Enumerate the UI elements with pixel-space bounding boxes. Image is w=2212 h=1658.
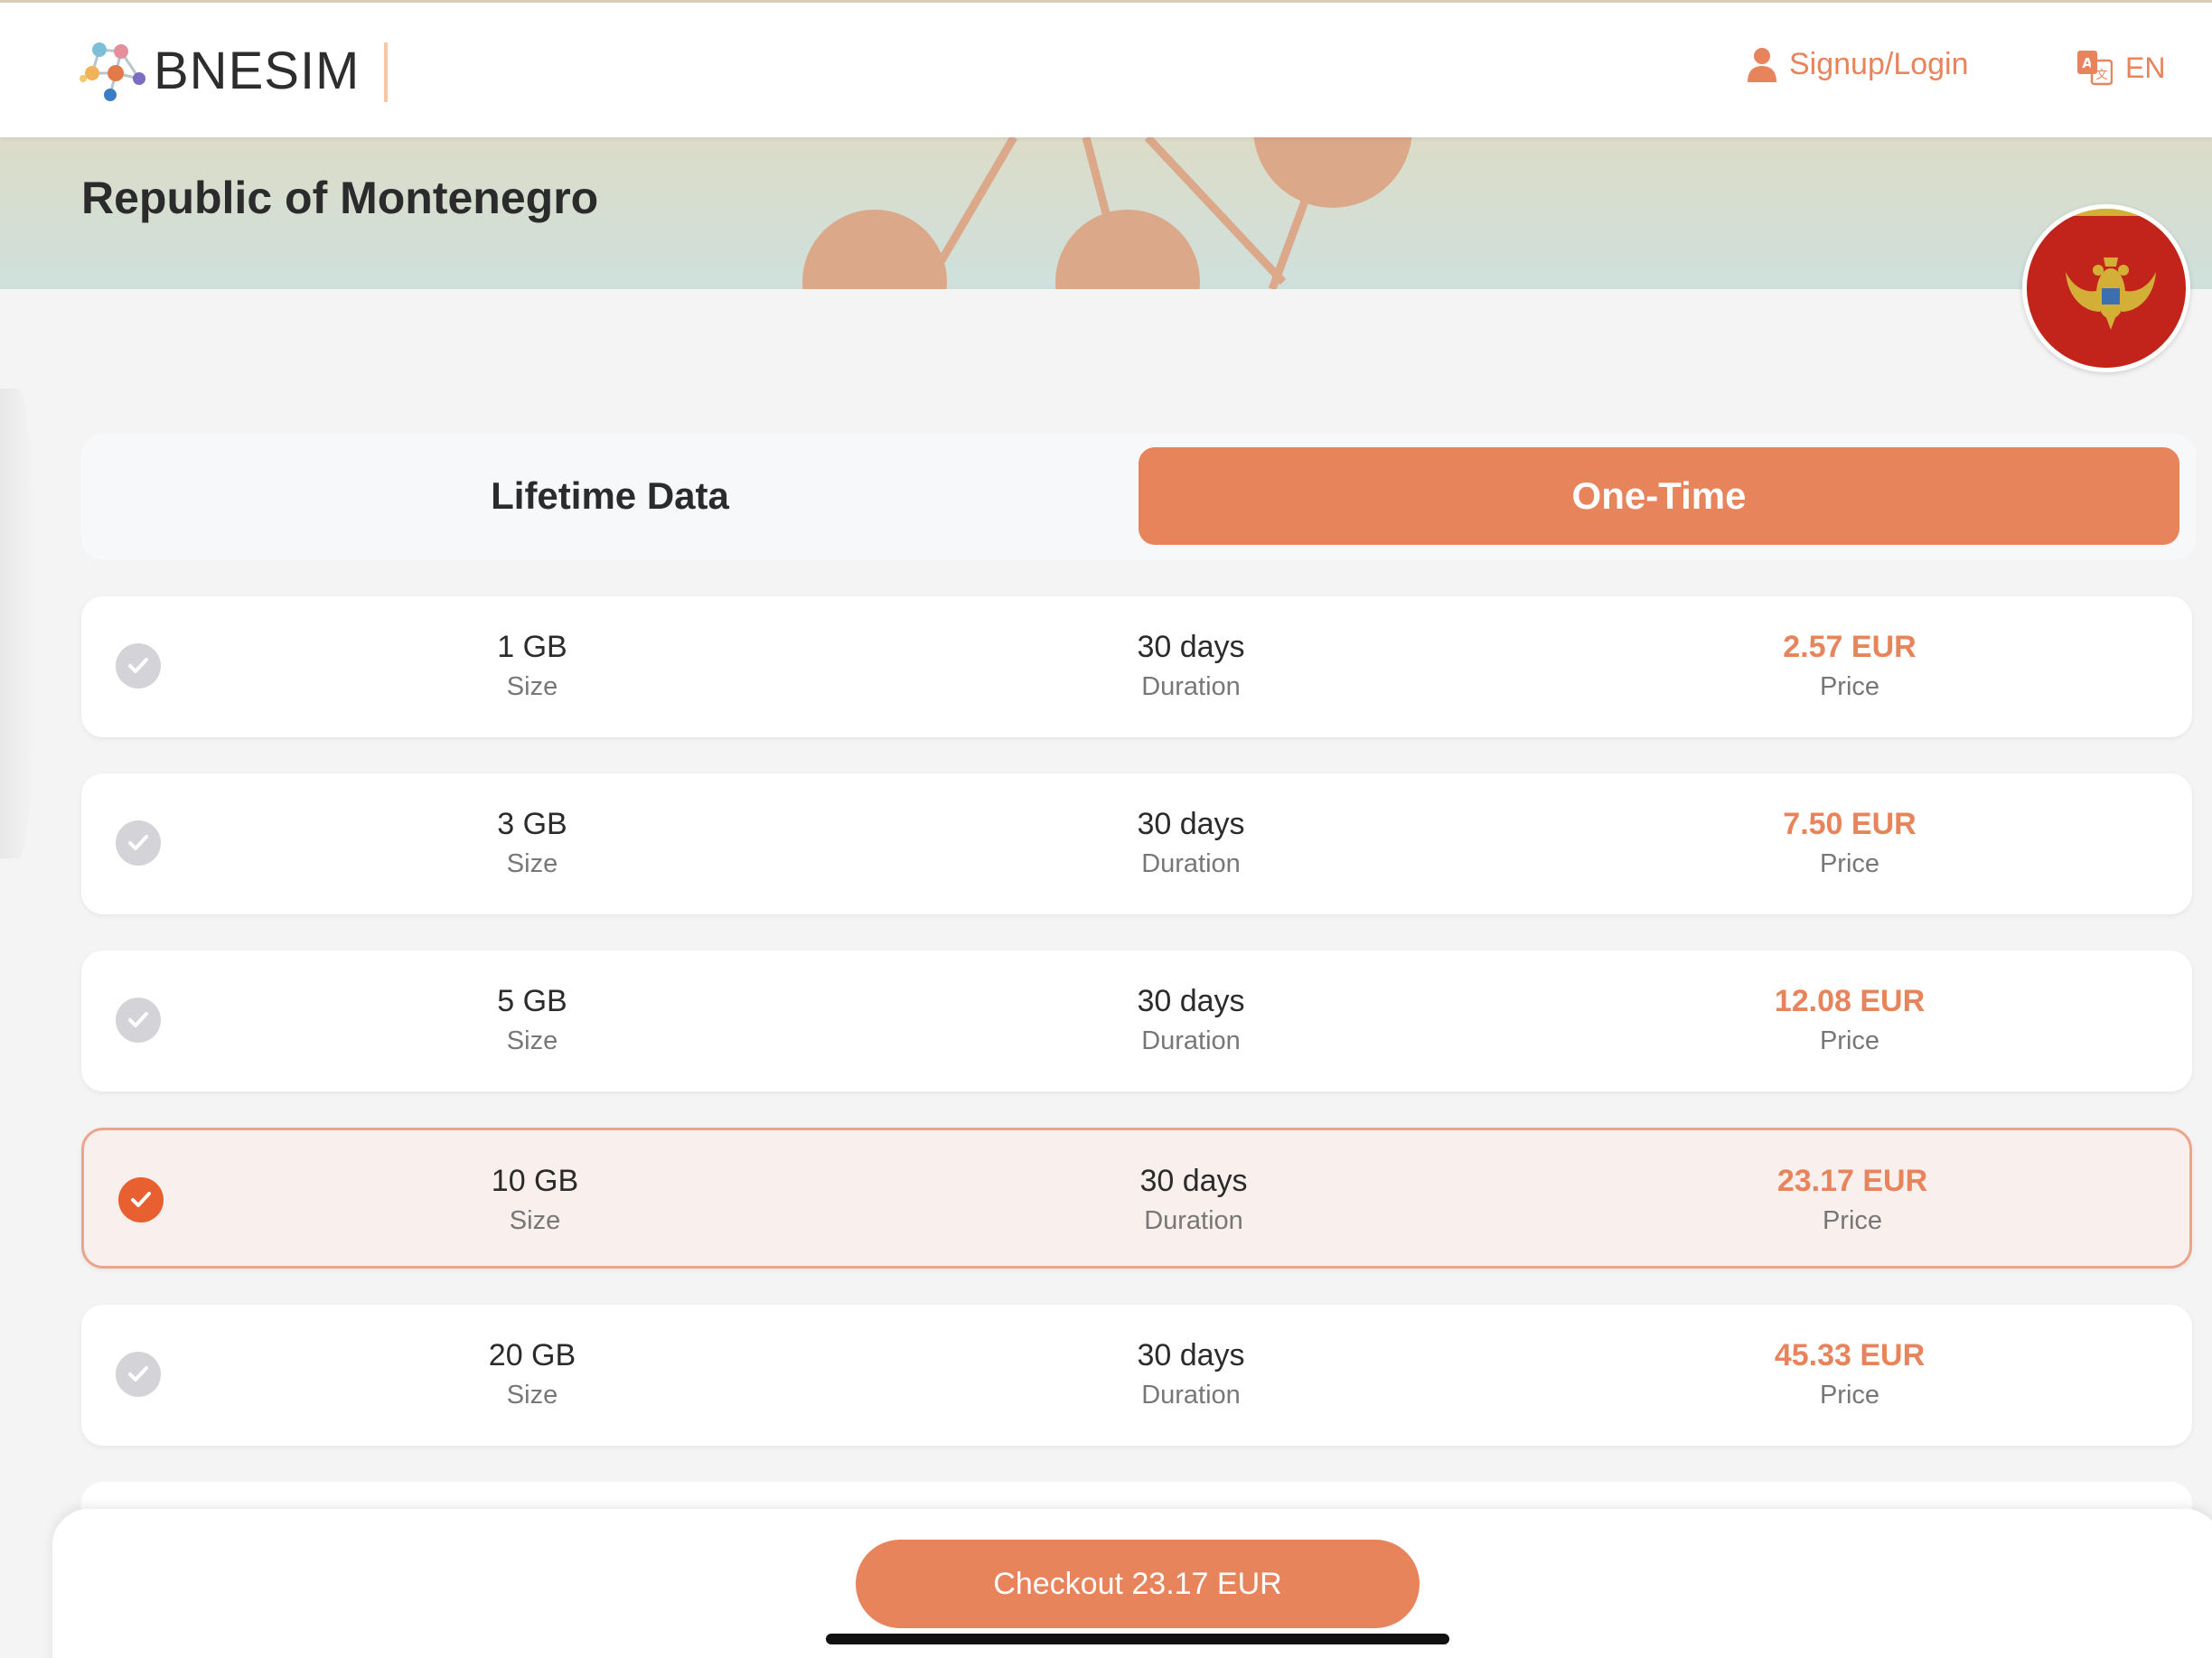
plan-size-value: 1 GB (497, 630, 567, 664)
translate-icon: A 文 (2077, 51, 2113, 86)
plan-duration-value: 30 days (1139, 1164, 1248, 1198)
edge-shadow (0, 389, 36, 858)
check-icon (116, 643, 161, 688)
signup-login-link[interactable]: Signup/Login (1746, 46, 1969, 82)
plan-price-value: 12.08 EUR (1774, 984, 1926, 1018)
page: BNESIM Signup/Login A 文 EN Republic of M… (0, 0, 2212, 1658)
plan-size-value: 20 GB (488, 1338, 576, 1372)
plan-row-selected[interactable]: 10 GB Size 30 days Duration 23.17 EUR Pr… (81, 1128, 2192, 1269)
plan-price-label: Price (1819, 1381, 1880, 1410)
plan-row[interactable]: 5 GB Size 30 days Duration 12.08 EUR Pri… (81, 951, 2192, 1091)
brand-name: BNESIM (154, 41, 361, 100)
plan-duration-value: 30 days (1137, 1338, 1245, 1372)
home-indicator (826, 1634, 1449, 1644)
plan-duration-value: 30 days (1137, 807, 1245, 841)
checkout-button[interactable]: Checkout 23.17 EUR (856, 1540, 1420, 1628)
tab-lifetime-data[interactable]: Lifetime Data (81, 447, 1139, 545)
language-label: EN (2125, 51, 2166, 84)
plan-price: 12.08 EUR Price (1669, 981, 2030, 1061)
user-icon (1748, 48, 1776, 82)
plan-price: 45.33 EUR Price (1669, 1335, 2030, 1415)
plan-size-label: Size (506, 1026, 558, 1055)
plan-duration: 30 days Duration (1010, 1335, 1372, 1415)
plan-duration-label: Duration (1141, 1026, 1241, 1055)
plan-size: 5 GB Size (351, 981, 713, 1061)
plan-duration: 30 days Duration (1010, 981, 1372, 1061)
plan-row[interactable]: 1 GB Size 30 days Duration 2.57 EUR Pric… (81, 596, 2192, 737)
plan-row[interactable]: 20 GB Size 30 days Duration 45.33 EUR Pr… (81, 1305, 2192, 1446)
bnesim-logo-icon (80, 42, 145, 101)
plan-size-label: Size (509, 1206, 561, 1235)
header-divider (384, 42, 388, 102)
plan-duration-label: Duration (1141, 849, 1241, 878)
plan-size-label: Size (506, 849, 558, 878)
tab-one-time[interactable]: One-Time (1139, 447, 2179, 545)
check-icon (116, 820, 161, 866)
plan-price-label: Price (1819, 672, 1880, 701)
plan-duration: 30 days Duration (1013, 1161, 1374, 1241)
plan-duration-label: Duration (1141, 1381, 1241, 1410)
check-icon (118, 1177, 164, 1222)
plan-price-label: Price (1822, 1206, 1883, 1235)
plan-size: 10 GB Size (354, 1161, 716, 1241)
plan-size-value: 10 GB (491, 1164, 579, 1198)
plan-duration-value: 30 days (1137, 984, 1245, 1018)
plan-price: 7.50 EUR Price (1669, 804, 2030, 884)
top-header: BNESIM Signup/Login A 文 EN (0, 0, 2212, 137)
country-title: Republic of Montenegro (81, 173, 599, 223)
plan-size: 20 GB Size (351, 1335, 713, 1415)
plan-price-value: 2.57 EUR (1783, 630, 1917, 664)
montenegro-flag-icon (2022, 204, 2190, 372)
plan-size-value: 5 GB (497, 984, 567, 1018)
plan-duration: 30 days Duration (1010, 804, 1372, 884)
plan-price: 23.17 EUR Price (1672, 1161, 2033, 1241)
signup-login-label: Signup/Login (1789, 46, 1969, 81)
plan-size-label: Size (506, 672, 558, 701)
check-icon (116, 1352, 161, 1397)
check-icon (116, 998, 161, 1043)
plan-price-value: 23.17 EUR (1776, 1164, 1928, 1198)
svg-text:文: 文 (2095, 69, 2107, 82)
language-selector[interactable]: A 文 EN (2076, 50, 2165, 86)
plan-price-value: 7.50 EUR (1783, 807, 1917, 841)
plan-row[interactable]: 3 GB Size 30 days Duration 7.50 EUR Pric… (81, 773, 2192, 914)
plan-price-label: Price (1819, 1026, 1880, 1055)
plan-duration: 30 days Duration (1010, 627, 1372, 707)
plan-size: 1 GB Size (351, 627, 713, 707)
plan-size-label: Size (506, 1381, 558, 1410)
plan-size: 3 GB Size (351, 804, 713, 884)
plan-price-label: Price (1819, 849, 1880, 878)
plan-price: 2.57 EUR Price (1669, 627, 2030, 707)
plan-size-value: 3 GB (497, 807, 567, 841)
plan-duration-value: 30 days (1137, 630, 1245, 664)
plan-type-tabs: Lifetime Data One-Time (81, 434, 2196, 560)
plan-price-value: 45.33 EUR (1774, 1338, 1926, 1372)
brand-logo[interactable]: BNESIM (80, 39, 360, 102)
plan-duration-label: Duration (1141, 672, 1241, 701)
plan-duration-label: Duration (1144, 1206, 1243, 1235)
